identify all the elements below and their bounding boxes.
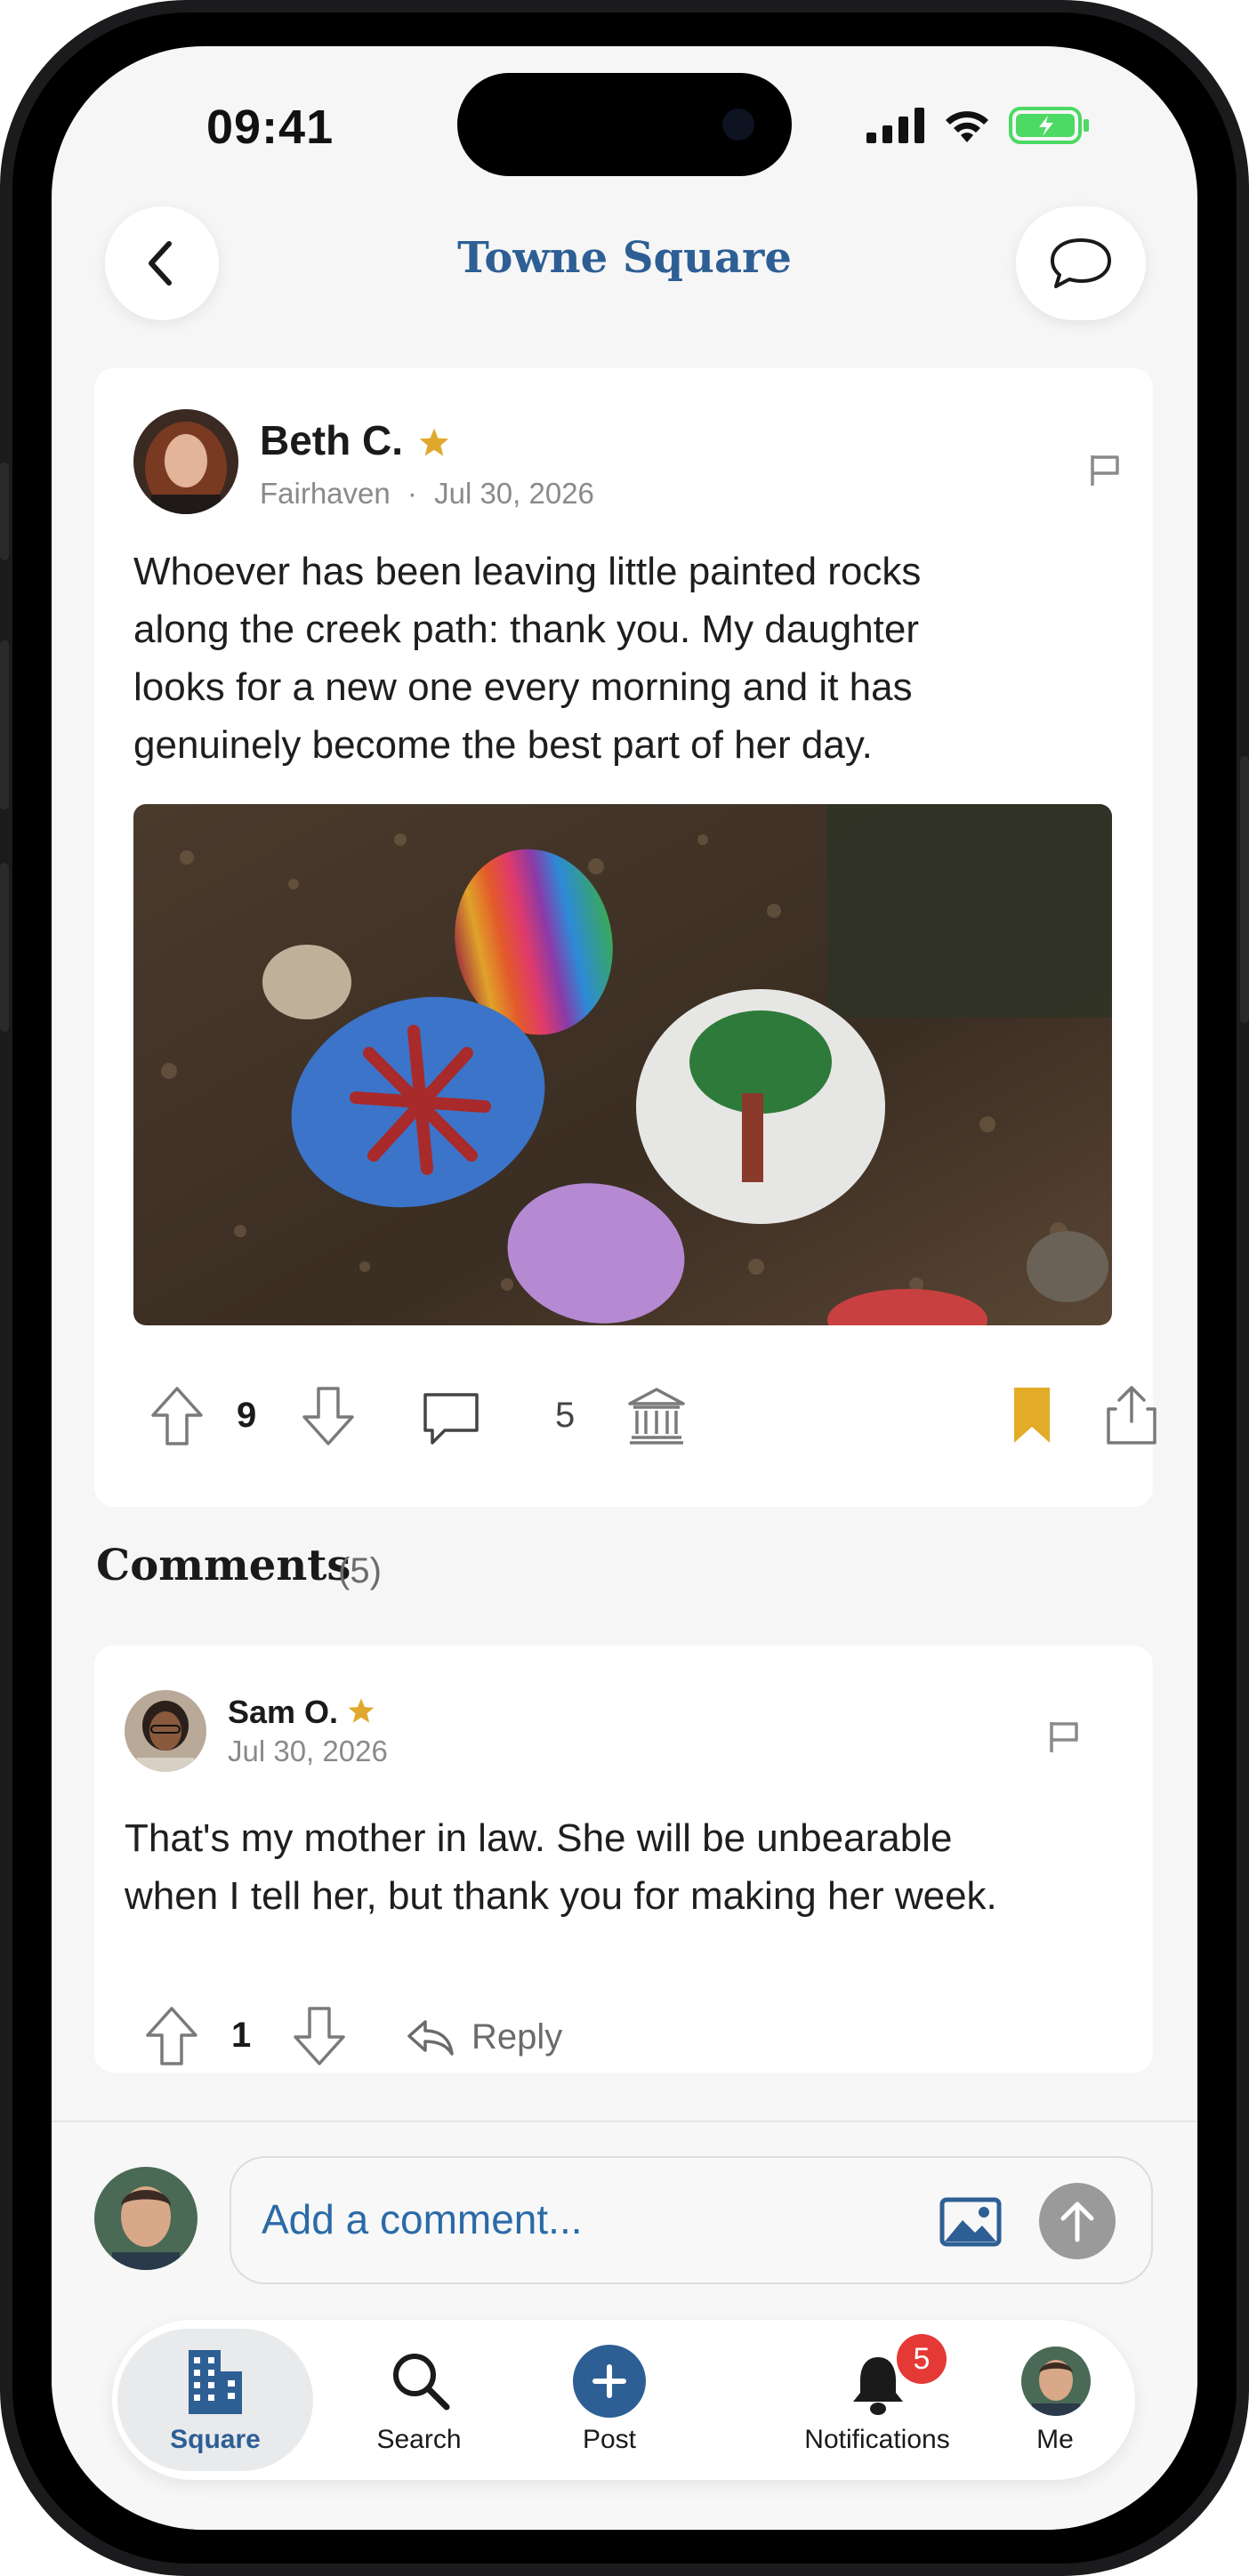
wifi-icon — [946, 111, 988, 142]
action-button — [0, 463, 9, 560]
arrow-up-icon — [1060, 2202, 1094, 2242]
tab-post[interactable]: Post — [543, 2320, 676, 2480]
upvote-count: 9 — [237, 1396, 257, 1435]
reply-label: Reply — [471, 2017, 563, 2057]
star-icon — [419, 428, 449, 456]
tab-label: Square — [170, 2425, 261, 2454]
post-location: Fairhaven — [260, 477, 391, 510]
post-card: Beth C. Fairhaven · Jul 30, 2026 Whoever… — [94, 368, 1156, 1507]
image-attach-icon[interactable] — [939, 2197, 1002, 2247]
commenter-name[interactable]: Sam O. — [228, 1694, 338, 1731]
flag-icon[interactable] — [1046, 1719, 1082, 1754]
comment-input-placeholder: Add a comment... — [262, 2196, 583, 2242]
tab-square[interactable]: Square — [117, 2329, 313, 2471]
post-date: Jul 30, 2026 — [434, 477, 594, 510]
dynamic-island — [457, 73, 792, 176]
post-image[interactable] — [133, 804, 1112, 1325]
comment-count: 5 — [555, 1396, 576, 1435]
comment-upvote-count: 1 — [231, 2016, 252, 2055]
comment-card: Sam O. Jul 30, 2026 That's my mother in … — [94, 1646, 1153, 2073]
avatar-photo — [94, 2167, 197, 2270]
author-avatar[interactable] — [133, 409, 238, 514]
buildings-icon — [189, 2350, 242, 2414]
send-button[interactable] — [1039, 2183, 1116, 2259]
search-icon — [393, 2354, 450, 2411]
upvote-icon[interactable] — [144, 2005, 199, 2067]
volume-down-button — [0, 863, 9, 1032]
tab-label: Me — [1036, 2425, 1074, 2454]
meta-separator: · — [407, 477, 417, 510]
reply-button[interactable]: Reply — [406, 2010, 562, 2064]
reply-arrow-icon — [407, 2020, 454, 2056]
status-time: 09:41 — [206, 101, 334, 154]
messages-button[interactable] — [1016, 206, 1146, 320]
notification-badge: 5 — [897, 2334, 947, 2384]
screen: 09:41 Towne Square Beth C. Fairhaven · J… — [52, 46, 1197, 2530]
plus-icon — [573, 2345, 646, 2418]
comment-body-line: That's my mother in law. She will be unb… — [125, 1816, 953, 1860]
tab-label: Search — [376, 2425, 462, 2454]
star-icon — [348, 1698, 375, 1723]
comment-input[interactable]: Add a comment... — [230, 2156, 1153, 2284]
comment-body-line: when I tell her, but thank you for makin… — [125, 1874, 997, 1918]
post-body-line: looks for a new one every morning and it… — [133, 665, 913, 709]
downvote-icon[interactable] — [292, 2005, 347, 2067]
upvote-icon[interactable] — [149, 1385, 205, 1447]
tab-label: Notifications — [804, 2425, 950, 2454]
tab-search[interactable]: Search — [352, 2320, 486, 2480]
comment-date: Jul 30, 2026 — [228, 1735, 388, 1767]
share-icon[interactable] — [1103, 1382, 1160, 1448]
me-avatar — [1021, 2347, 1091, 2416]
avatar-photo — [125, 1690, 206, 1772]
author-name[interactable]: Beth C. — [260, 416, 403, 464]
status-icons — [866, 107, 1091, 144]
post-meta: Fairhaven · Jul 30, 2026 — [260, 477, 594, 511]
camera-icon — [722, 109, 754, 141]
tab-bar: Square Search Post 5 Notifications Me — [112, 2320, 1135, 2480]
post-body: Whoever has been leaving little painted … — [133, 543, 921, 774]
chat-bubble-icon — [1051, 238, 1111, 288]
post-body-line: Whoever has been leaving little painted … — [133, 550, 922, 593]
battery-icon — [1009, 107, 1089, 144]
tab-label: Post — [582, 2425, 637, 2454]
comment-icon[interactable] — [420, 1389, 482, 1448]
volume-up-button — [0, 640, 9, 809]
painted-rocks-photo — [133, 804, 1112, 1325]
bookmark-icon[interactable] — [1011, 1384, 1053, 1446]
comments-count: (5) — [338, 1551, 382, 1590]
my-avatar — [94, 2167, 197, 2270]
tab-me[interactable]: Me — [1002, 2320, 1108, 2480]
flag-icon[interactable] — [1087, 452, 1123, 487]
commenter-avatar[interactable] — [125, 1690, 206, 1772]
post-body-line: along the creek path: thank you. My daug… — [133, 608, 920, 651]
power-button — [1240, 756, 1249, 1023]
downvote-icon[interactable] — [301, 1385, 356, 1447]
avatar-photo — [133, 409, 238, 514]
comment-body: That's my mother in law. She will be unb… — [125, 1809, 997, 1925]
signal-icon — [866, 108, 924, 143]
civic-building-icon[interactable] — [624, 1384, 689, 1448]
comments-heading: Comments — [96, 1541, 351, 1590]
post-body-line: genuinely become the best part of her da… — [133, 723, 873, 767]
tab-notifications[interactable]: 5 Notifications — [770, 2320, 984, 2480]
